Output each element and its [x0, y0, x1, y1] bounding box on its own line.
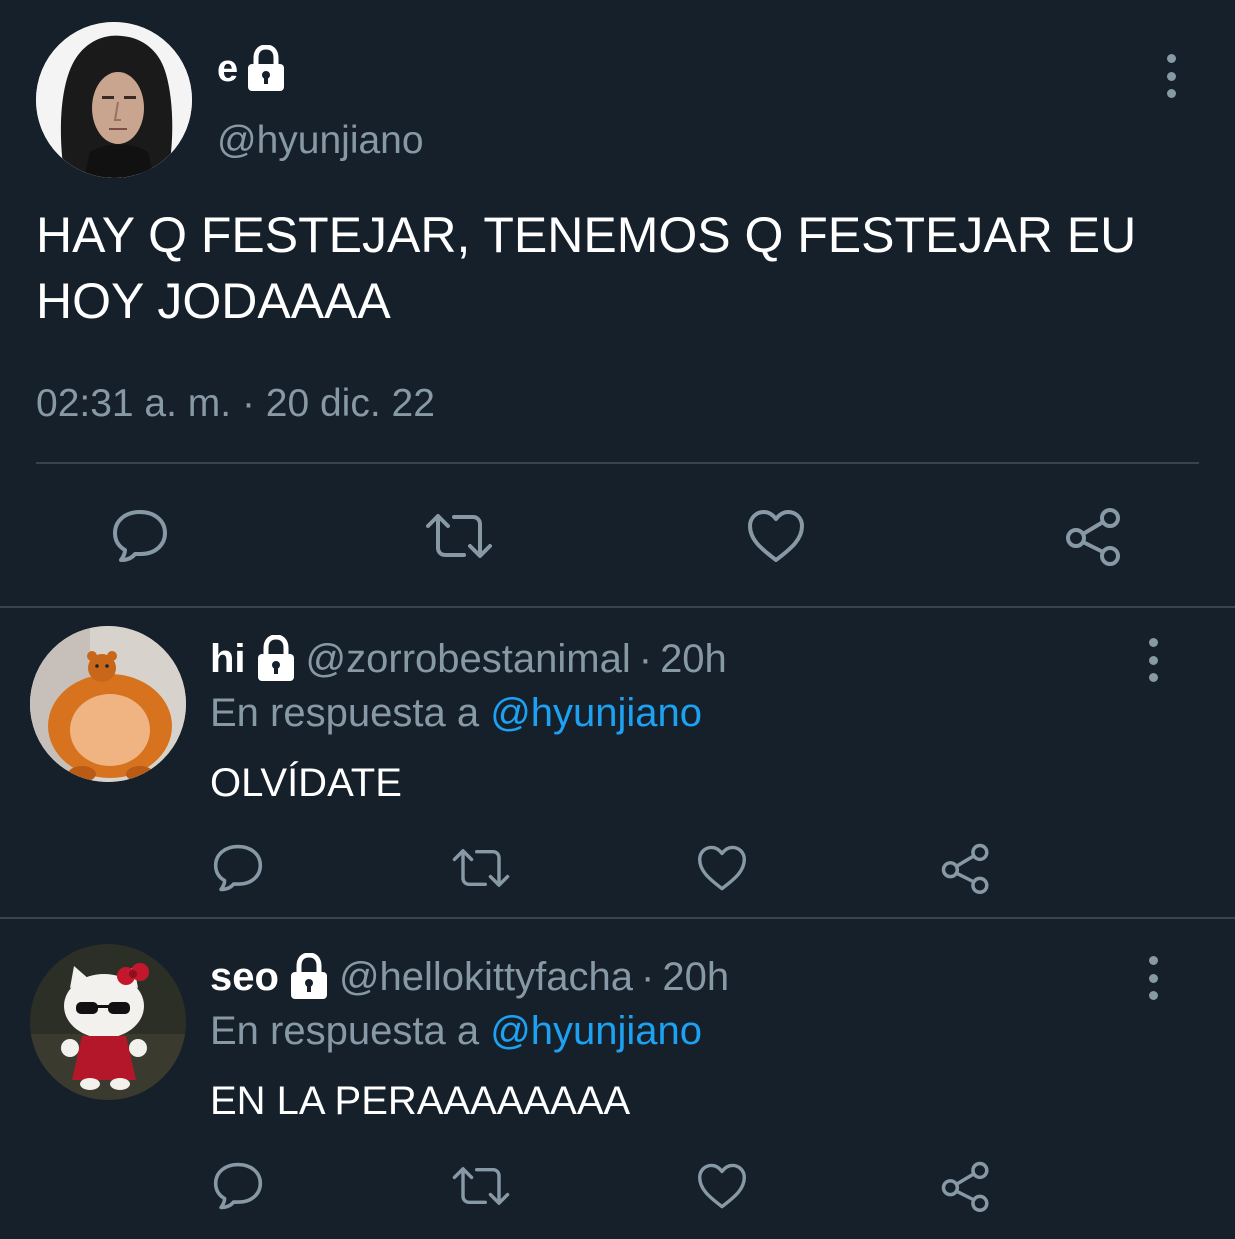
- retweet-icon[interactable]: [450, 1158, 512, 1214]
- tweet-text: HAY Q FESTEJAR, TENEMOS Q FESTEJAR EU HO…: [36, 207, 1137, 329]
- share-icon[interactable]: [938, 1158, 994, 1214]
- like-icon[interactable]: [694, 1158, 750, 1214]
- reply-tweet: hi @zorrobestanimal · 20h En respuesta a…: [0, 608, 1235, 920]
- divider: [36, 462, 1199, 464]
- like-icon[interactable]: [694, 840, 750, 896]
- more-options-icon[interactable]: [1161, 54, 1181, 98]
- reply-context-prefix: En respuesta a: [210, 691, 480, 735]
- lock-icon: [287, 952, 331, 1001]
- handle[interactable]: @hyunjiano: [217, 116, 424, 166]
- divider: [0, 917, 1235, 919]
- mention-link[interactable]: @hyunjiano: [490, 1009, 702, 1053]
- reply-header: seo @hellokittyfacha · 20h: [210, 950, 729, 1004]
- avatar[interactable]: [30, 944, 186, 1100]
- main-tweet: e @hyunjiano HAY Q FESTEJAR, TENEMOS Q F…: [0, 0, 1235, 608]
- lock-icon: [254, 634, 298, 683]
- reply-time[interactable]: 20h: [660, 632, 727, 686]
- handle[interactable]: @zorrobestanimal: [306, 632, 631, 686]
- reply-context: En respuesta a @hyunjiano: [210, 1004, 702, 1058]
- separator-dot: ·: [641, 955, 655, 999]
- handle[interactable]: @hellokittyfacha: [339, 950, 633, 1004]
- retweet-icon[interactable]: [450, 840, 512, 896]
- avatar[interactable]: [30, 626, 186, 782]
- mention-link[interactable]: @hyunjiano: [490, 691, 702, 735]
- display-name[interactable]: seo: [210, 950, 279, 1004]
- display-name: e: [217, 48, 239, 90]
- reply-context: En respuesta a @hyunjiano: [210, 686, 702, 740]
- more-options-icon[interactable]: [1143, 956, 1163, 1000]
- reply-tweet: seo @hellokittyfacha · 20h En respuesta …: [0, 920, 1235, 1239]
- like-icon[interactable]: [744, 506, 808, 566]
- display-name[interactable]: hi: [210, 632, 246, 686]
- tweet-timestamp[interactable]: 02:31 a. m. · 20 dic. 22: [36, 378, 435, 430]
- reply-icon[interactable]: [210, 840, 266, 896]
- reply-icon[interactable]: [210, 1158, 266, 1214]
- retweet-icon[interactable]: [423, 506, 495, 566]
- reply-context-prefix: En respuesta a: [210, 1009, 480, 1053]
- share-icon[interactable]: [1062, 504, 1126, 568]
- separator-dot: ·: [638, 637, 653, 681]
- reply-icon[interactable]: [108, 506, 172, 566]
- more-options-icon[interactable]: [1143, 638, 1163, 682]
- display-name-row: e: [217, 44, 288, 94]
- tweet-text: OLVÍDATE: [210, 761, 402, 805]
- tweet-text: EN LA PERAAAAAAAA: [210, 1079, 631, 1123]
- share-icon[interactable]: [938, 840, 994, 896]
- tweet-thread-screen: e @hyunjiano HAY Q FESTEJAR, TENEMOS Q F…: [0, 0, 1235, 1239]
- reply-time[interactable]: 20h: [662, 950, 729, 1004]
- avatar[interactable]: [36, 22, 192, 178]
- reply-header: hi @zorrobestanimal · 20h: [210, 632, 727, 686]
- lock-icon: [244, 44, 288, 93]
